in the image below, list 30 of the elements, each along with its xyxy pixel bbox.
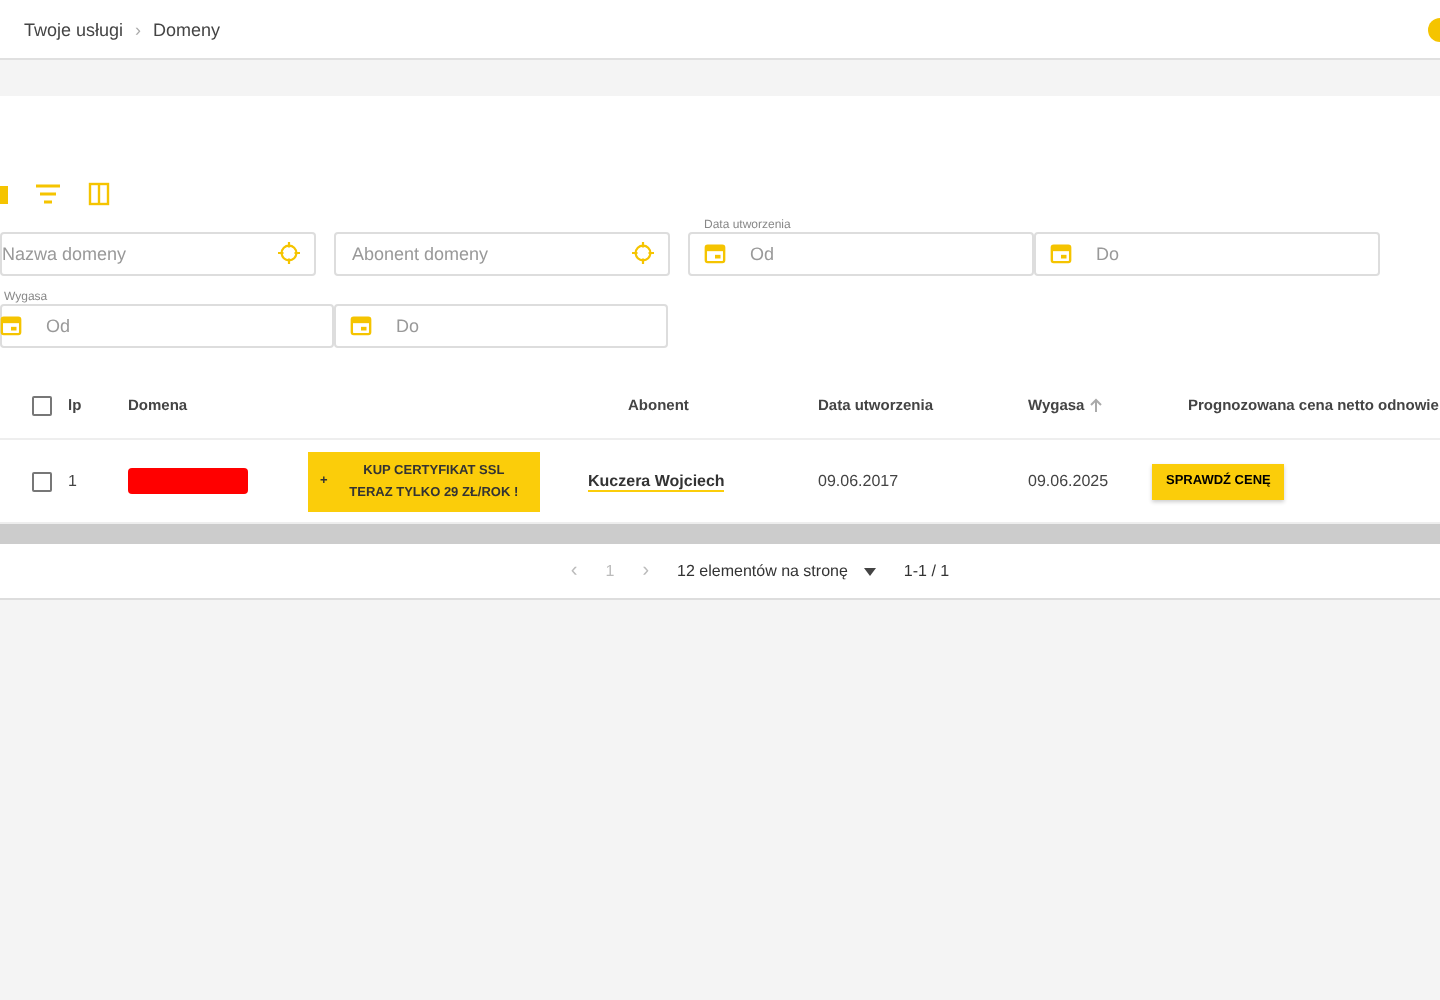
columns-icon[interactable] [88, 182, 110, 206]
sort-arrow-icon[interactable] [1090, 398, 1103, 412]
table-cell-text: 1 [68, 472, 79, 490]
breadcrumb-item[interactable]: Domeny [153, 19, 221, 39]
scrollbar[interactable] [0, 524, 1440, 544]
table-cell-text: 09.06.2017 [818, 472, 901, 490]
subscriber-link[interactable]: Kuczera Wojciech [588, 471, 725, 491]
filter-icon[interactable] [36, 184, 60, 204]
calendar-icon[interactable] [350, 314, 372, 336]
crosshair-icon[interactable] [632, 242, 654, 264]
breadcrumb-item[interactable]: Twoje usługi [24, 19, 124, 39]
input-field[interactable]: Nazwa domeny [0, 232, 316, 276]
checkbox[interactable] [32, 395, 52, 415]
date-input[interactable]: Do [1034, 232, 1380, 276]
calendar-icon[interactable] [704, 242, 726, 264]
bar-icon[interactable] [0, 185, 8, 203]
calendar-icon[interactable] [0, 314, 22, 336]
page-size-select[interactable]: 12 elementów na stronę [677, 562, 876, 580]
redaction-block [128, 468, 248, 494]
date-input[interactable]: Od [688, 232, 1034, 276]
calendar-icon[interactable] [1050, 242, 1072, 264]
breadcrumb-separator: › [135, 19, 142, 39]
date-input[interactable]: Od [0, 304, 334, 348]
checkbox[interactable] [32, 471, 52, 491]
input-field[interactable]: Abonent domeny [334, 232, 670, 276]
caret-icon [863, 567, 876, 575]
moon-icon[interactable] [1424, 18, 1440, 42]
date-input[interactable]: Do [334, 304, 668, 348]
page-range: 1-1 / 1 [903, 562, 950, 580]
crosshair-icon[interactable] [278, 242, 300, 264]
